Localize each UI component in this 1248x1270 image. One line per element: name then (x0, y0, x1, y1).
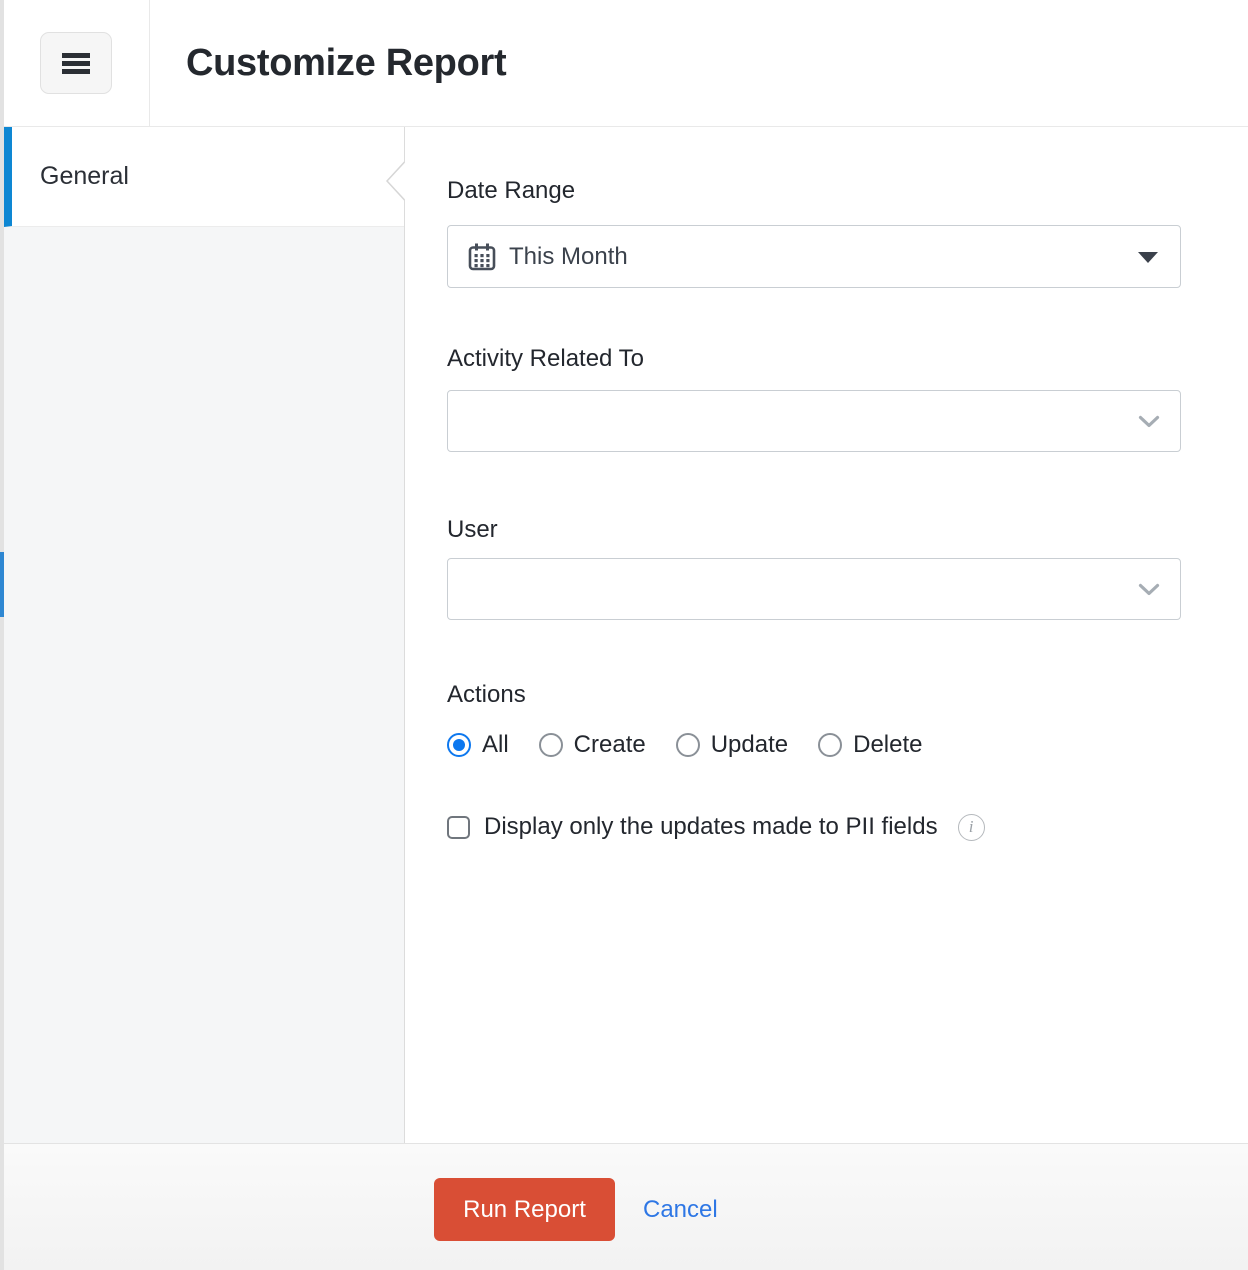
radio-label: Update (711, 731, 788, 759)
radio-button-icon (818, 733, 842, 757)
active-tab-notch (383, 161, 405, 201)
radio-option-delete[interactable]: Delete (818, 731, 922, 759)
pii-checkbox[interactable] (447, 816, 470, 839)
chevron-down-icon (1138, 583, 1160, 596)
chevron-down-icon (1138, 415, 1160, 428)
header-divider (149, 0, 150, 127)
sidebar-item-label: General (40, 162, 129, 191)
header: Customize Report (4, 0, 1248, 127)
hamburger-icon (62, 53, 90, 74)
radio-label: All (482, 731, 509, 759)
pii-checkbox-label: Display only the updates made to PII fie… (484, 813, 938, 841)
user-select[interactable] (447, 558, 1181, 620)
sidebar: General (4, 127, 405, 1143)
sidebar-item-general[interactable]: General (4, 127, 404, 227)
radio-button-icon (676, 733, 700, 757)
menu-button[interactable] (40, 32, 112, 94)
footer: Run Report Cancel (4, 1143, 1248, 1270)
date-range-label: Date Range (447, 177, 575, 205)
calendar-icon (468, 243, 496, 271)
radio-label: Create (574, 731, 646, 759)
pii-checkbox-row: Display only the updates made to PII fie… (447, 813, 985, 841)
radio-button-icon (539, 733, 563, 757)
page-title: Customize Report (186, 0, 506, 127)
date-range-value: This Month (509, 243, 628, 271)
radio-button-icon (447, 733, 471, 757)
radio-label: Delete (853, 731, 922, 759)
radio-option-create[interactable]: Create (539, 731, 646, 759)
radio-option-update[interactable]: Update (676, 731, 788, 759)
user-label: User (447, 516, 498, 544)
info-icon[interactable]: i (958, 814, 985, 841)
radio-option-all[interactable]: All (447, 731, 509, 759)
activity-related-label: Activity Related To (447, 345, 644, 373)
actions-label: Actions (447, 681, 526, 709)
actions-radio-group: All Create Update Delete (447, 731, 922, 759)
run-report-button[interactable]: Run Report (434, 1178, 615, 1241)
date-range-select[interactable]: This Month (447, 225, 1181, 288)
caret-down-icon (1138, 252, 1158, 263)
cancel-link[interactable]: Cancel (643, 1178, 718, 1241)
report-settings-panel: Date Range This Month Activity Related T… (406, 127, 1248, 1143)
activity-related-select[interactable] (447, 390, 1181, 452)
